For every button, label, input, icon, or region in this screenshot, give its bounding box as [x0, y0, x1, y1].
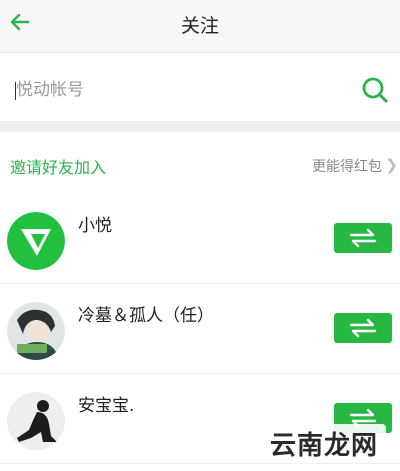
user-row[interactable]: 冷墓＆孤人（任）: [0, 284, 400, 374]
invite-friends-row[interactable]: 邀请好友加入 更能得红包 ❯: [0, 132, 400, 194]
avatar[interactable]: [7, 302, 65, 360]
search-bar: [0, 52, 400, 122]
avatar[interactable]: [7, 392, 65, 450]
swap-arrows-icon: [349, 228, 377, 248]
chevron-right-icon: ❯: [385, 156, 398, 174]
anime-character-icon: [7, 302, 65, 360]
silhouette-icon: [7, 392, 65, 450]
invite-label: 邀请好友加入: [10, 158, 107, 177]
user-name: 安宝宝.: [78, 396, 135, 416]
swap-arrows-icon: [349, 318, 377, 338]
watermark-text: 云南龙网: [270, 430, 379, 461]
watermark: 云南龙网: [262, 424, 387, 462]
account-search-input[interactable]: [16, 74, 336, 106]
user-name: 冷墓＆孤人（任）: [78, 306, 214, 326]
mutual-follow-button[interactable]: [334, 223, 392, 253]
user-name: 小悦: [78, 216, 112, 236]
page-title: 关注: [180, 15, 219, 37]
invite-hint: 更能得红包: [312, 159, 382, 175]
search-section: [0, 46, 400, 122]
user-row[interactable]: 小悦: [0, 194, 400, 284]
top-bar: 关注: [0, 0, 400, 46]
section-divider: [0, 122, 400, 132]
avatar[interactable]: [7, 212, 65, 270]
search-icon[interactable]: [360, 75, 390, 105]
mutual-follow-button[interactable]: [334, 313, 392, 343]
yuedong-logo-icon: [7, 212, 65, 270]
